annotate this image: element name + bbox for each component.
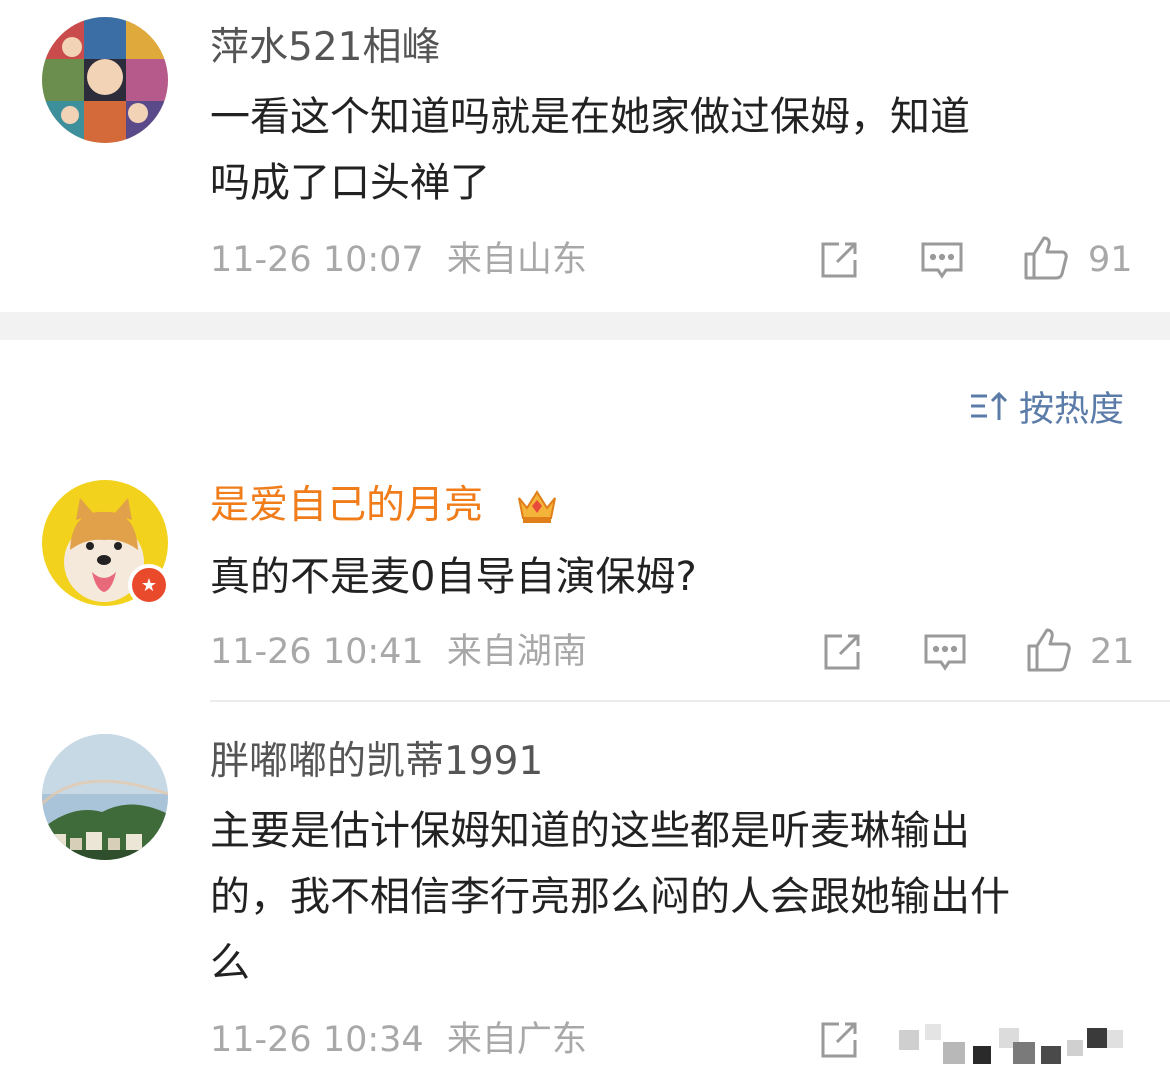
- comment-icon: [924, 634, 966, 671]
- section-divider: [0, 312, 1170, 340]
- avatar[interactable]: [42, 17, 168, 143]
- reply-button[interactable]: [921, 628, 969, 676]
- repost-icon: [821, 242, 857, 278]
- comment-icon: [921, 242, 963, 279]
- sort-toggle[interactable]: 按热度: [969, 383, 1124, 430]
- location: 来自山东: [446, 240, 587, 280]
- comment-meta: 11-26 10:41 来自湖南: [210, 630, 587, 674]
- comment-meta: 11-26 10:07 来自山东: [210, 238, 587, 282]
- crown-icon: [518, 490, 556, 523]
- verified-badge: ★: [128, 564, 170, 606]
- comment-line: 么: [210, 940, 250, 986]
- repost-button[interactable]: [815, 236, 863, 284]
- comment-line: 的，我不相信李行亮那么闷的人会跟她输出什: [210, 874, 1010, 920]
- repost-icon: [821, 1022, 857, 1058]
- thumbs-up-icon: [1024, 236, 1068, 280]
- comment-text: 真的不是麦0自导自演保姆?: [210, 544, 1130, 610]
- thumbs-up-icon: [1027, 628, 1071, 672]
- sort-icon: [970, 391, 1008, 420]
- like-button[interactable]: [1022, 234, 1070, 282]
- reply-button[interactable]: [918, 236, 966, 284]
- comment-text: 一看这个知道吗就是在她家做过保姆，知道 吗成了口头禅了: [210, 84, 1130, 216]
- comment-line: 吗成了口头禅了: [210, 160, 490, 206]
- like-count: 21: [1090, 632, 1135, 672]
- repost-button[interactable]: [815, 1016, 863, 1064]
- repost-button[interactable]: [818, 628, 866, 676]
- timestamp: 11-26 10:34: [210, 1020, 424, 1060]
- comment-divider: [210, 700, 1170, 702]
- comment-text: 主要是估计保姆知道的这些都是听麦琳输出 的，我不相信李行亮那么闷的人会跟她输出什…: [210, 798, 1130, 996]
- comment-line: 真的不是麦0自导自演保姆?: [210, 554, 697, 600]
- sort-label: 按热度: [1018, 389, 1124, 430]
- username[interactable]: 胖嘟嘟的凯蒂1991: [210, 738, 543, 786]
- location: 来自广东: [446, 1020, 587, 1060]
- timestamp: 11-26 10:07: [210, 240, 424, 280]
- comment-line: 主要是估计保姆知道的这些都是听麦琳输出: [210, 808, 970, 854]
- repost-icon: [824, 634, 860, 670]
- username[interactable]: 萍水521相峰: [210, 24, 440, 72]
- avatar[interactable]: [42, 734, 168, 860]
- like-count: 91: [1088, 240, 1133, 280]
- comment-meta: 11-26 10:34 来自广东: [210, 1018, 587, 1062]
- comment-line: 一看这个知道吗就是在她家做过保姆，知道: [210, 94, 970, 140]
- timestamp: 11-26 10:41: [210, 632, 424, 672]
- censored-mosaic: [899, 1024, 1123, 1064]
- location: 来自湖南: [446, 632, 587, 672]
- username[interactable]: 是爱自己的月亮: [210, 482, 483, 530]
- like-button[interactable]: [1025, 626, 1073, 674]
